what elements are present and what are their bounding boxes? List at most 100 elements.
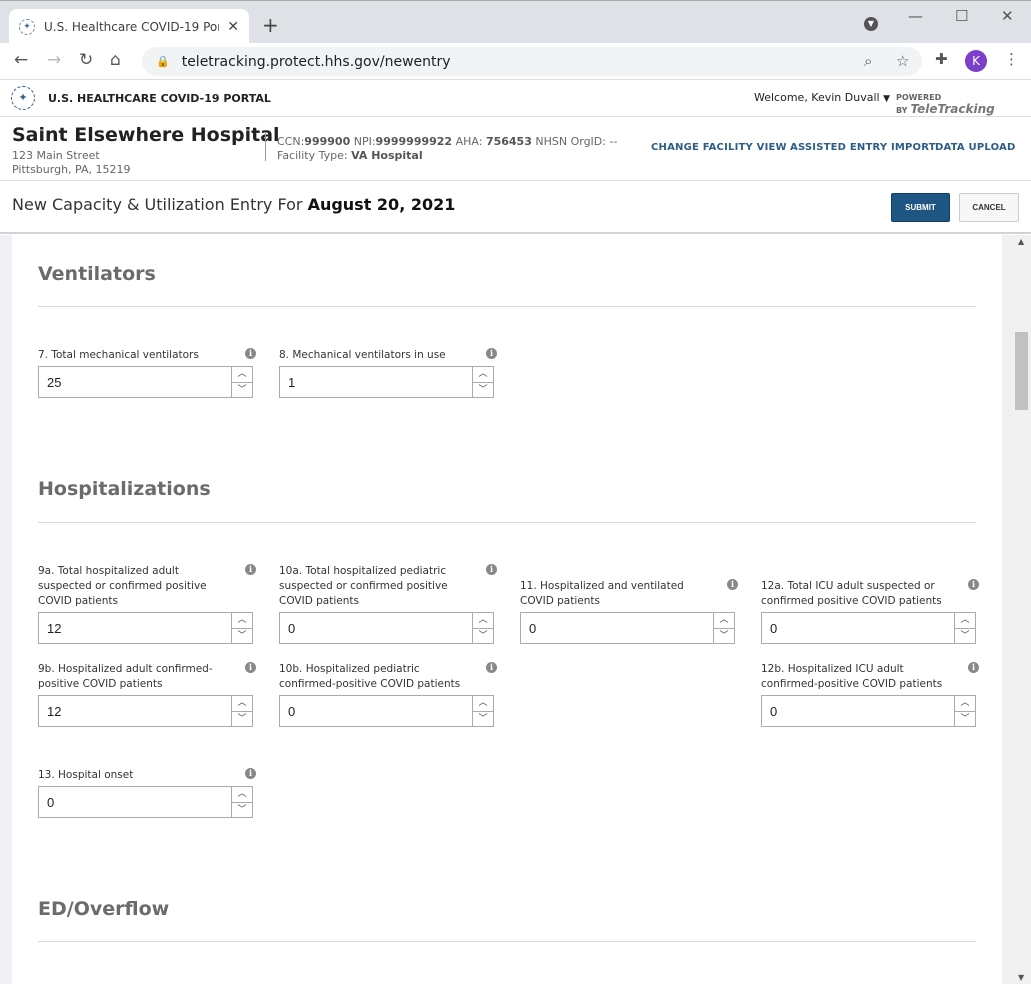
decrement-chevron-down-icon[interactable]: ﹀ (232, 383, 252, 398)
hosp-ventilated-input[interactable] (521, 613, 713, 643)
facility-ids: CCN:999900 NPI:9999999922 AHA: 756453 NH… (277, 135, 618, 162)
total-hosp-ped-input[interactable] (280, 613, 472, 643)
scroll-down-icon[interactable]: ▼ (1018, 973, 1024, 982)
decrement-chevron-down-icon[interactable]: ﹀ (232, 712, 252, 727)
increment-chevron-up-icon[interactable]: ︿ (473, 696, 493, 712)
entry-date: August 20, 2021 (307, 195, 456, 214)
reload-icon[interactable]: ↻ (79, 50, 93, 70)
divider (38, 522, 976, 523)
new-tab-icon[interactable]: + (262, 13, 279, 37)
field-hospital-onset: 13. Hospital onset i ︿﹀ (38, 768, 256, 818)
number-stepper: ︿﹀ (38, 366, 253, 398)
menu-kebab-icon[interactable]: ⋮ (1004, 50, 1019, 68)
number-stepper: ︿﹀ (279, 366, 494, 398)
tab-title: U.S. Healthcare COVID-19 Portal (44, 19, 220, 34)
decrement-chevron-down-icon[interactable]: ﹀ (232, 629, 252, 644)
field-label: 10a. Total hospitalized pediatric suspec… (279, 565, 448, 607)
increment-chevron-up-icon[interactable]: ︿ (232, 613, 252, 629)
form-content: Ventilators Hospitalizations ED/Overflow… (0, 235, 1014, 984)
info-icon[interactable]: i (968, 662, 979, 673)
increment-chevron-up-icon[interactable]: ︿ (232, 367, 252, 383)
entry-toolbar: New Capacity & Utilization Entry For Aug… (0, 181, 1031, 234)
increment-chevron-up-icon[interactable]: ︿ (955, 696, 975, 712)
field-label: 10b. Hospitalized pediatric confirmed-po… (279, 663, 461, 690)
increment-chevron-up-icon[interactable]: ︿ (955, 613, 975, 629)
number-stepper: ︿﹀ (38, 695, 253, 727)
increment-chevron-up-icon[interactable]: ︿ (473, 613, 493, 629)
field-total-icu-adult: 12a. Total ICU adult suspected or confir… (761, 579, 979, 644)
hosp-ped-confirmed-input[interactable] (280, 696, 472, 726)
back-icon[interactable]: ← (14, 50, 28, 70)
section-ventilators: Ventilators (38, 263, 156, 285)
decrement-chevron-down-icon[interactable]: ﹀ (473, 629, 493, 644)
divider (38, 941, 976, 942)
facility-type: VA Hospital (351, 149, 423, 162)
profile-avatar[interactable]: K (965, 50, 987, 72)
field-label: 13. Hospital onset (38, 769, 134, 781)
number-stepper: ︿﹀ (761, 695, 976, 727)
field-total-hosp-ped: 10a. Total hospitalized pediatric suspec… (279, 564, 497, 644)
info-icon[interactable]: i (486, 348, 497, 359)
cancel-button[interactable]: CANCEL (959, 193, 1019, 222)
scrollbar[interactable]: ▲ ▼ (1014, 235, 1031, 984)
zoom-icon[interactable]: ⌕ (864, 52, 872, 70)
increment-chevron-up-icon[interactable]: ︿ (232, 787, 252, 803)
tab-search-icon[interactable]: ▼ (864, 17, 878, 31)
user-menu[interactable]: Welcome, Kevin Duvall ▼ (754, 91, 890, 104)
close-tab-icon[interactable]: ✕ (227, 19, 239, 35)
assisted-entry-import-link[interactable]: ASSISTED ENTRY IMPORT (790, 142, 936, 153)
field-label: 11. Hospitalized and ventilated COVID pa… (520, 580, 684, 607)
info-icon[interactable]: i (968, 579, 979, 590)
extensions-icon[interactable]: ✚ (935, 50, 948, 68)
address-bar: ← → ↻ ⌂ 🔒 teletracking.protect.hhs.gov/n… (0, 43, 1031, 80)
hospital-onset-input[interactable] (39, 787, 231, 817)
decrement-chevron-down-icon[interactable]: ﹀ (955, 629, 975, 644)
decrement-chevron-down-icon[interactable]: ﹀ (232, 803, 252, 818)
close-window-icon[interactable]: ✕ (1001, 7, 1014, 25)
total-hosp-adult-input[interactable] (39, 613, 231, 643)
scrollbar-thumb[interactable] (1015, 332, 1028, 410)
hosp-adult-confirmed-input[interactable] (39, 696, 231, 726)
forward-icon[interactable]: → (47, 50, 61, 70)
home-icon[interactable]: ⌂ (110, 50, 121, 70)
info-icon[interactable]: i (245, 662, 256, 673)
mech-vents-in-use-input[interactable] (280, 367, 472, 397)
hosp-icu-adult-confirmed-input[interactable] (762, 696, 954, 726)
data-upload-link[interactable]: DATA UPLOAD (935, 142, 1015, 153)
change-facility-view-link[interactable]: CHANGE FACILITY VIEW (651, 142, 787, 153)
number-stepper: ︿﹀ (761, 612, 976, 644)
url-input[interactable]: 🔒 teletracking.protect.hhs.gov/newentry … (142, 47, 922, 76)
url-text: teletracking.protect.hhs.gov/newentry (181, 53, 451, 70)
field-label: 12a. Total ICU adult suspected or confir… (761, 580, 942, 607)
info-icon[interactable]: i (486, 564, 497, 575)
info-icon[interactable]: i (245, 768, 256, 779)
number-stepper: ︿﹀ (279, 695, 494, 727)
increment-chevron-up-icon[interactable]: ︿ (232, 696, 252, 712)
decrement-chevron-down-icon[interactable]: ﹀ (473, 383, 493, 398)
maximize-icon[interactable]: ☐ (955, 7, 968, 25)
info-icon[interactable]: i (245, 348, 256, 359)
decrement-chevron-down-icon[interactable]: ﹀ (473, 712, 493, 727)
info-icon[interactable]: i (727, 579, 738, 590)
increment-chevron-up-icon[interactable]: ︿ (473, 367, 493, 383)
total-icu-adult-input[interactable] (762, 613, 954, 643)
minimize-icon[interactable]: — (908, 7, 923, 25)
info-icon[interactable]: i (486, 662, 497, 673)
field-label: 9b. Hospitalized adult confirmed-positiv… (38, 663, 213, 690)
info-icon[interactable]: i (245, 564, 256, 575)
scroll-up-icon[interactable]: ▲ (1018, 237, 1024, 246)
bookmark-star-icon[interactable]: ☆ (896, 52, 909, 70)
field-mech-vents-in-use: 8. Mechanical ventilators in use i ︿﹀ (279, 348, 497, 398)
nhsn-value: NHSN OrgID: -- (535, 135, 618, 148)
decrement-chevron-down-icon[interactable]: ﹀ (955, 712, 975, 727)
browser-tab[interactable]: ✦ U.S. Healthcare COVID-19 Portal ✕ (9, 9, 249, 44)
total-mech-vents-input[interactable] (39, 367, 231, 397)
app-header: ✦ U.S. HEALTHCARE COVID-19 PORTAL Welcom… (0, 80, 1031, 117)
decrement-chevron-down-icon[interactable]: ﹀ (714, 629, 734, 644)
field-label: 9a. Total hospitalized adult suspected o… (38, 565, 207, 607)
increment-chevron-up-icon[interactable]: ︿ (714, 613, 734, 629)
submit-button[interactable]: SUBMIT (891, 193, 950, 222)
number-stepper: ︿﹀ (520, 612, 735, 644)
field-hosp-ped-confirmed: 10b. Hospitalized pediatric confirmed-po… (279, 662, 497, 727)
welcome-text: Welcome, Kevin Duvall (754, 91, 880, 104)
